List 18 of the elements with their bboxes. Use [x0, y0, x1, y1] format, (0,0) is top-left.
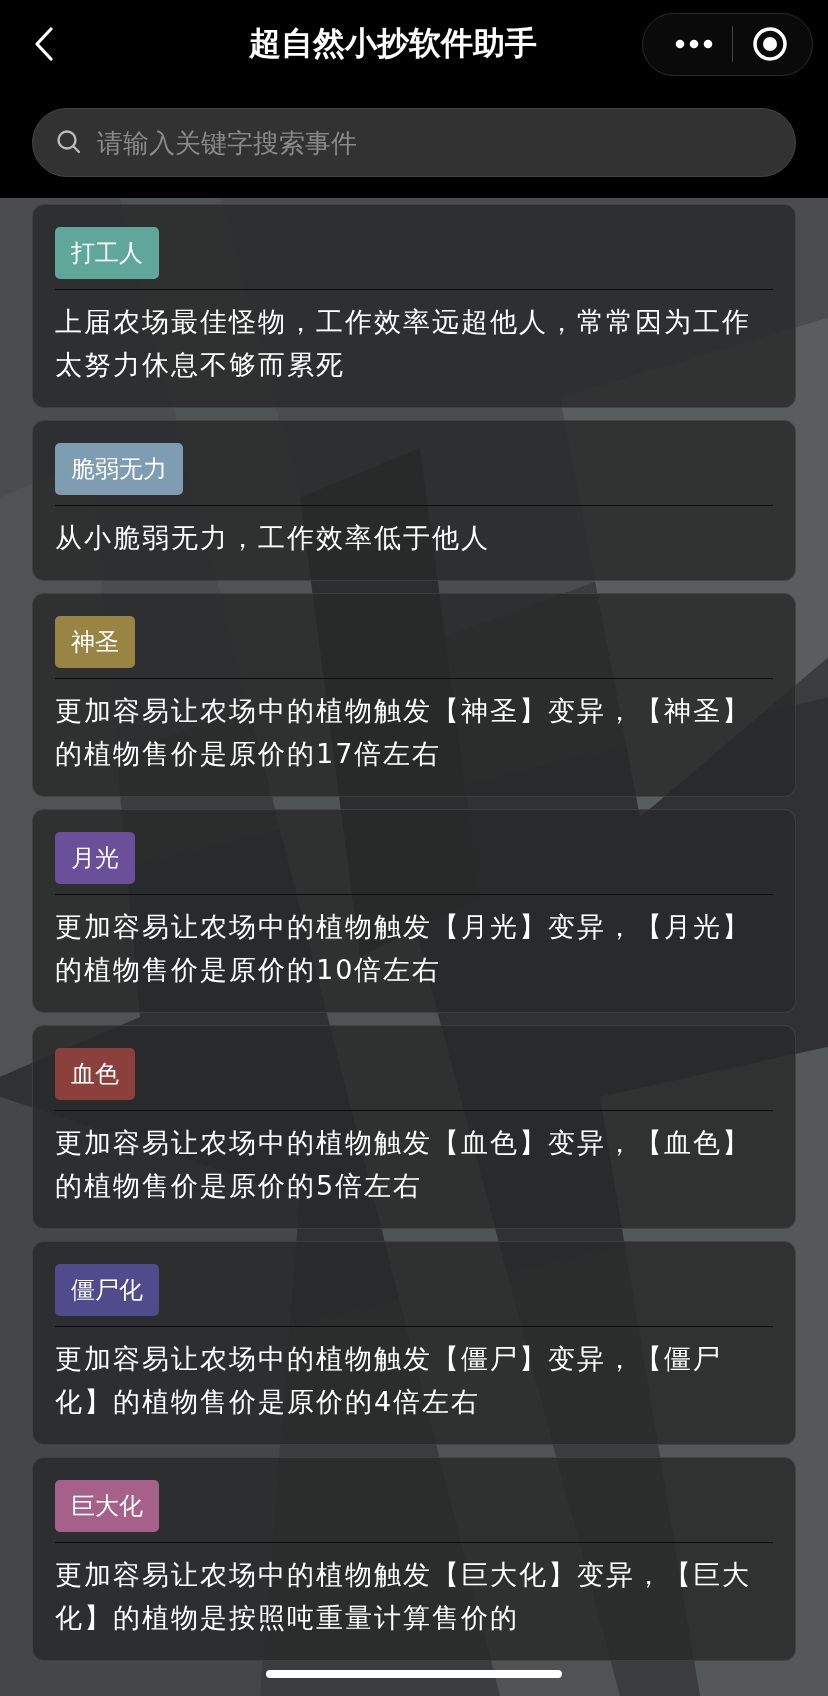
- trait-description: 更加容易让农场中的植物触发【月光】变异，【月光】的植物售价是原价的10倍左右: [55, 910, 752, 987]
- trait-tag: 月光: [55, 832, 135, 884]
- trait-tag: 打工人: [55, 227, 159, 279]
- trait-tag: 血色: [55, 1048, 135, 1100]
- search-field[interactable]: 请输入关键字搜索事件: [32, 108, 796, 177]
- trait-description: 更加容易让农场中的植物触发【巨大化】变异，【巨大化】的植物是按照吨重量计算售价的: [55, 1558, 752, 1635]
- trait-description: 上届农场最佳怪物，工作效率远超他人，常常因为工作太努力休息不够而累死: [55, 305, 752, 382]
- trait-tag: 僵尸化: [55, 1264, 159, 1316]
- trait-tag: 神圣: [55, 616, 135, 668]
- trait-description: 从小脆弱无力，工作效率低于他人: [55, 521, 491, 555]
- trait-description: 更加容易让农场中的植物触发【僵尸】变异，【僵尸化】的植物售价是原价的4倍左右: [55, 1342, 723, 1419]
- back-icon[interactable]: [34, 27, 54, 61]
- page-title: 超自然小抄软件助手: [248, 23, 538, 64]
- trait-description: 更加容易让农场中的植物触发【血色】变异，【血色】的植物售价是原价的5倍左右: [55, 1126, 752, 1203]
- trait-description: 更加容易让农场中的植物触发【神圣】变异，【神圣】的植物售价是原价的17倍左右: [55, 694, 752, 771]
- trait-tag: 脆弱无力: [55, 443, 183, 495]
- more-icon[interactable]: [674, 39, 713, 49]
- trait-tag: 巨大化: [55, 1480, 159, 1532]
